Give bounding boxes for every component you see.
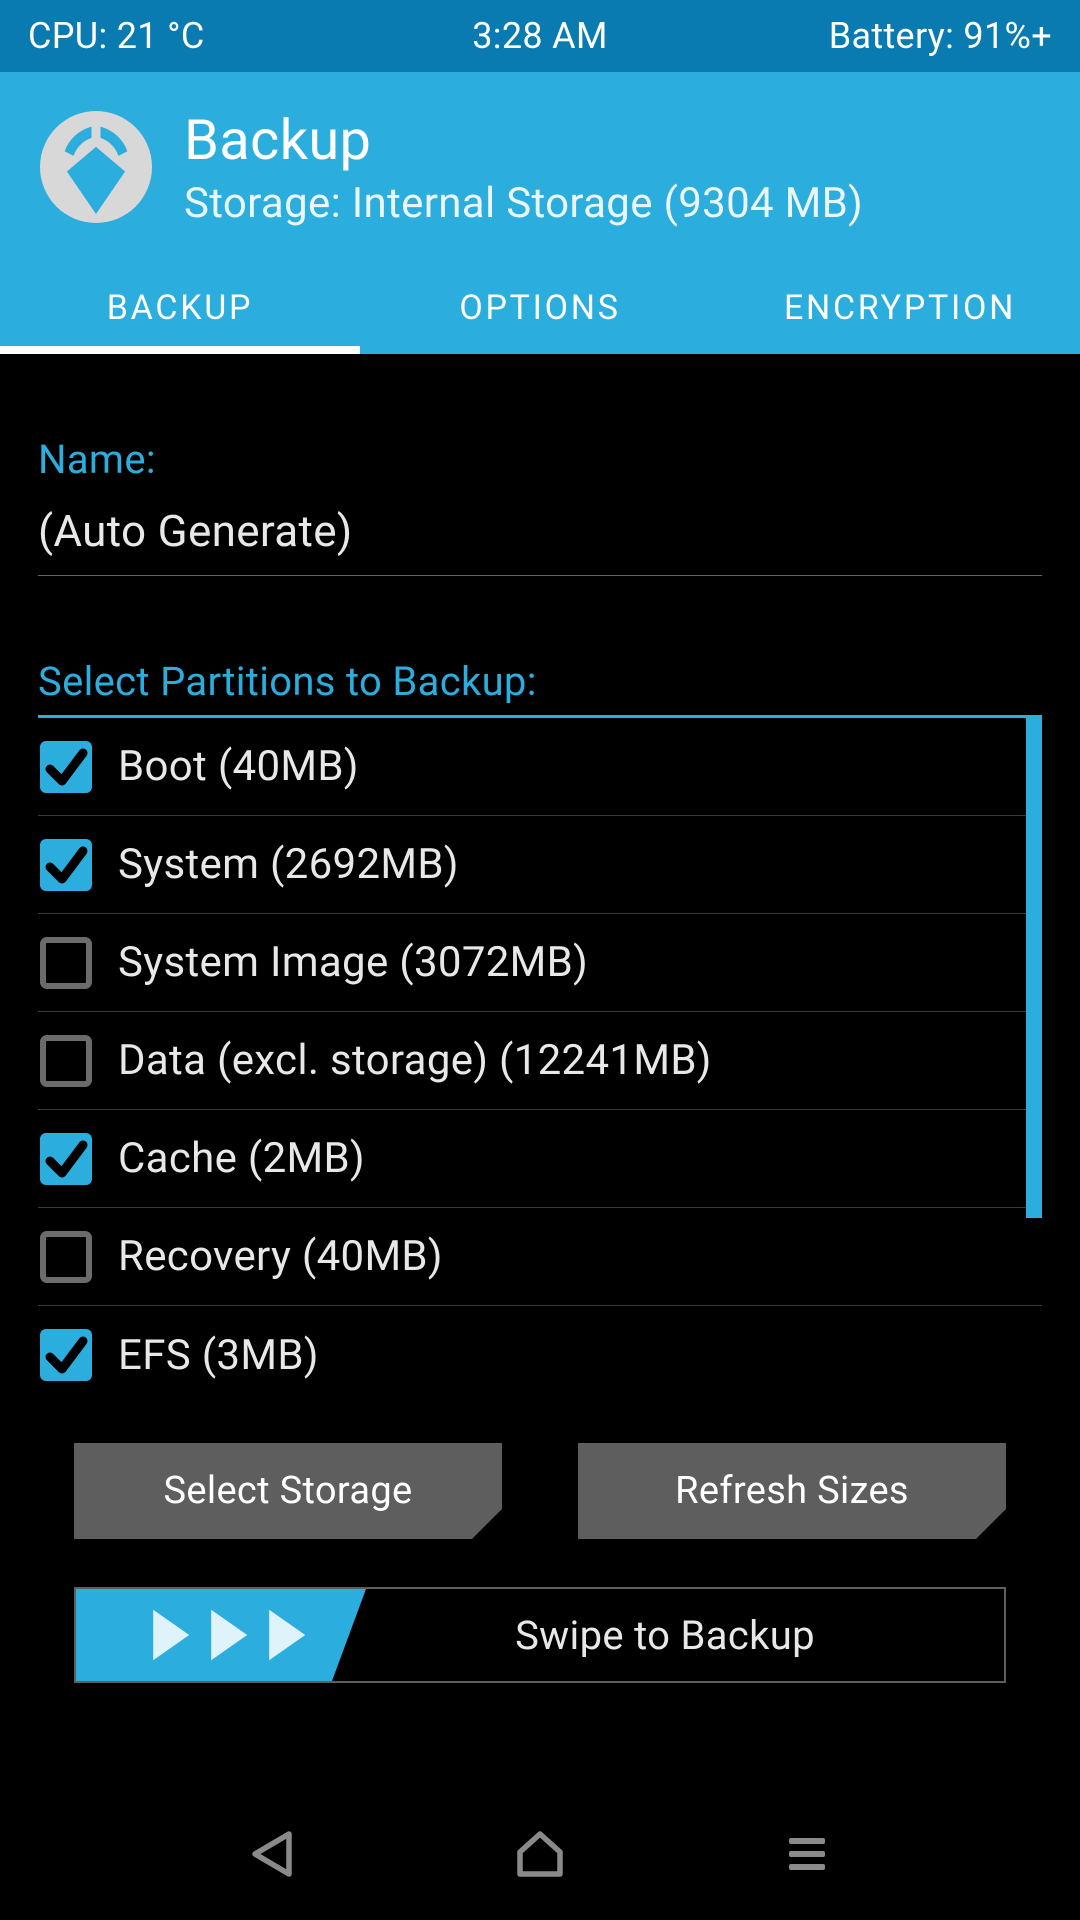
back-icon [241, 1822, 305, 1886]
partition-item[interactable]: Recovery (40MB) [38, 1208, 1042, 1306]
tab-encryption[interactable]: ENCRYPTION [720, 262, 1080, 354]
partition-list: Boot (40MB) System (2692MB) System Image (… [38, 715, 1042, 1393]
partition-label: System (2692MB) [118, 840, 459, 889]
storage-subtitle: Storage: Internal Storage (9304 MB) [184, 179, 863, 228]
name-input[interactable]: (Auto Generate) [38, 505, 1042, 576]
partition-label: Data (excl. storage) (12241MB) [118, 1036, 712, 1085]
play-icon [260, 1605, 312, 1665]
checkbox-checked-icon[interactable] [40, 839, 92, 891]
scrollbar-thumb[interactable] [1026, 718, 1042, 1218]
home-button[interactable] [508, 1822, 572, 1890]
scrollbar[interactable] [1026, 718, 1042, 1393]
app-header: Backup Storage: Internal Storage (9304 M… [0, 72, 1080, 354]
checkbox-checked-icon[interactable] [40, 741, 92, 793]
partition-item[interactable]: System Image (3072MB) [38, 914, 1042, 1012]
partition-label: Boot (40MB) [118, 742, 359, 791]
menu-icon [775, 1822, 839, 1886]
tab-bar: BACKUP OPTIONS ENCRYPTION [0, 262, 1080, 354]
cpu-temp-readout: CPU: 21 °C [28, 15, 369, 57]
checkbox-unchecked-icon[interactable] [40, 1035, 92, 1087]
clock: 3:28 AM [369, 15, 710, 57]
partition-item[interactable]: EFS (3MB) [38, 1306, 1042, 1393]
partition-label: System Image (3072MB) [118, 938, 588, 987]
page-title: Backup [184, 107, 863, 173]
home-icon [508, 1822, 572, 1886]
checkbox-unchecked-icon[interactable] [40, 1231, 92, 1283]
refresh-sizes-button[interactable]: Refresh Sizes [578, 1443, 1006, 1539]
content-area: Name: (Auto Generate) Select Partitions … [0, 354, 1080, 1792]
recents-button[interactable] [775, 1822, 839, 1890]
partition-label: EFS (3MB) [118, 1331, 319, 1380]
partitions-heading: Select Partitions to Backup: [38, 658, 1042, 705]
system-nav-bar [0, 1792, 1080, 1920]
checkbox-unchecked-icon[interactable] [40, 937, 92, 989]
checkbox-checked-icon[interactable] [40, 1133, 92, 1185]
play-icon [202, 1605, 254, 1665]
swipe-to-backup-slider[interactable]: Swipe to Backup [74, 1587, 1006, 1683]
partition-item[interactable]: Data (excl. storage) (12241MB) [38, 1012, 1042, 1110]
checkbox-checked-icon[interactable] [40, 1329, 92, 1381]
tab-backup[interactable]: BACKUP [0, 262, 360, 354]
partition-label: Recovery (40MB) [118, 1232, 443, 1281]
swipe-handle[interactable] [76, 1589, 366, 1681]
partition-item[interactable]: Cache (2MB) [38, 1110, 1042, 1208]
tab-options[interactable]: OPTIONS [360, 262, 720, 354]
status-bar: CPU: 21 °C 3:28 AM Battery: 91%+ [0, 0, 1080, 72]
partition-item[interactable]: System (2692MB) [38, 816, 1042, 914]
swipe-label: Swipe to Backup [366, 1612, 1004, 1659]
partition-item[interactable]: Boot (40MB) [38, 718, 1042, 816]
battery-readout: Battery: 91%+ [711, 15, 1052, 57]
select-storage-button[interactable]: Select Storage [74, 1443, 502, 1539]
name-field-label: Name: [38, 436, 1042, 483]
play-icon [144, 1605, 196, 1665]
partition-label: Cache (2MB) [118, 1134, 365, 1183]
back-button[interactable] [241, 1822, 305, 1890]
twrp-logo-icon [40, 111, 152, 223]
